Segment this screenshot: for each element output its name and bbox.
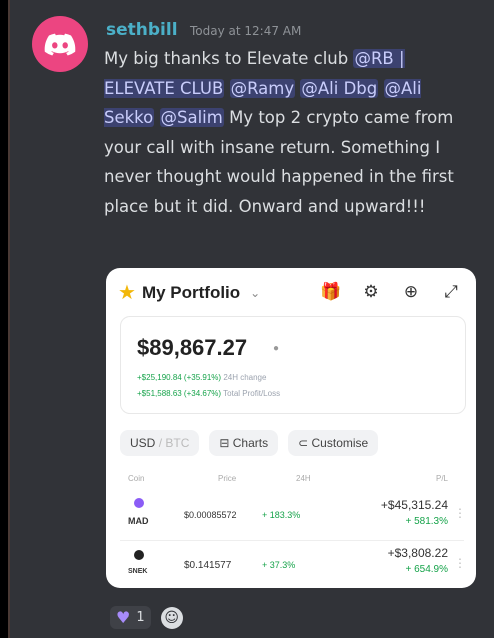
customise-label: Customise — [311, 436, 369, 450]
mention-salim[interactable]: @Salim — [159, 108, 224, 127]
currency-suffix: / BTC — [158, 436, 190, 450]
coin-price: $0.141577 — [184, 560, 232, 571]
username[interactable]: sethbill — [106, 20, 178, 40]
portfolio-balance: $89,867.27 — [137, 335, 248, 360]
stat-total-label: Total Profit/Loss — [223, 389, 281, 398]
reaction-count: 1 — [136, 610, 145, 625]
coin-name: SNEK — [128, 568, 148, 575]
header-coin: Coin — [128, 474, 145, 483]
add-icon: ⊕ — [403, 282, 419, 301]
mad-coin-icon — [134, 498, 144, 508]
charts-button: ⊟ Charts — [209, 430, 279, 456]
user-avatar[interactable] — [32, 16, 88, 72]
message-text-part: My big thanks to Elevate club — [104, 49, 354, 68]
discord-logo-icon — [44, 33, 76, 56]
currency-label: USD — [130, 436, 156, 450]
coin-pnl-percent: + 581.3% — [405, 516, 448, 527]
charts-label: Charts — [232, 436, 269, 450]
heart-reaction-button[interactable]: ♥ 1 — [110, 606, 151, 629]
chat-message-frame: sethbill Today at 12:47 AM My big thanks… — [8, 0, 494, 638]
stat-total-value: +$51,588.63 (+34.67%) — [137, 389, 222, 398]
header-pnl: P/L — [435, 474, 448, 483]
currency-toggle: USD / BTC — [120, 430, 200, 456]
coin-pnl: +$3,808.22 — [387, 546, 448, 560]
row-divider — [120, 540, 464, 541]
customise-button: ⊂ Customise — [288, 430, 379, 456]
expand-icon: ⤢ — [444, 282, 458, 301]
reactions-bar: ♥ 1 ☺ — [110, 606, 183, 629]
eye-icon: ● — [273, 343, 280, 354]
message-text-part — [154, 108, 159, 127]
star-icon: ★ — [118, 282, 136, 304]
coin-change: + 183.3% — [262, 510, 301, 520]
table-row: MAD $0.00085572 + 183.3% +$45,315.24 + 5… — [106, 492, 476, 538]
message-text-part — [224, 79, 229, 98]
balance-panel: $89,867.27 ● +$25,190.84 (+35.91%) 24H c… — [120, 316, 466, 414]
portfolio-toolbar: 🎁 ⚙ ⊕ ⤢ — [320, 282, 462, 302]
coin-pnl: +$45,315.24 — [380, 498, 448, 512]
portfolio-controls: USD / BTC ⊟ Charts ⊂ Customise — [120, 430, 379, 456]
mention-ramy[interactable]: @Ramy — [229, 78, 296, 98]
chart-icon: ⊟ — [219, 436, 230, 450]
message-text: My big thanks to Elevate club @RB | ELEV… — [104, 44, 464, 221]
coin-change: + 37.3% — [262, 560, 296, 570]
coin-price: $0.00085572 — [184, 510, 237, 520]
portfolio-title: My Portfolio — [141, 282, 241, 302]
mention-ali-dbg[interactable]: @Ali Dbg — [300, 78, 379, 98]
header-change: 24H — [296, 474, 311, 483]
header-price: Price — [218, 474, 237, 483]
portfolio-header: ★ My Portfolio ⌄ — [118, 280, 260, 305]
message-timestamp: Today at 12:47 AM — [190, 24, 302, 38]
portfolio-screenshot-image[interactable]: ★ My Portfolio ⌄ 🎁 ⚙ ⊕ ⤢ $89,867.27 ● +$… — [106, 268, 476, 588]
stat-24h-value: +$25,190.84 (+35.91%) — [137, 373, 222, 382]
table-row: SNEK $0.141577 + 37.3% +$3,808.22 + 654.… — [106, 544, 476, 588]
settings-icon: ⚙ — [363, 282, 379, 301]
message-text-part — [378, 79, 383, 98]
purple-heart-icon: ♥ — [116, 608, 131, 627]
chevron-down-icon: ⌄ — [250, 285, 261, 300]
add-reaction-icon[interactable]: ☺ — [160, 606, 183, 629]
snek-coin-icon — [134, 550, 144, 560]
coin-pnl-percent: + 654.9% — [405, 564, 448, 575]
more-icon: ⋮ — [454, 556, 466, 570]
stat-24h-label: 24H change — [223, 373, 267, 382]
stat-total-pl: +$51,588.63 (+34.67%) Total Profit/Loss — [137, 389, 280, 398]
more-icon: ⋮ — [454, 506, 466, 520]
coin-name: MAD — [128, 516, 149, 526]
gift-icon: 🎁 — [320, 282, 342, 301]
customise-icon: ⊂ — [298, 436, 309, 450]
stat-24h-change: +$25,190.84 (+35.91%) 24H change — [137, 373, 266, 382]
